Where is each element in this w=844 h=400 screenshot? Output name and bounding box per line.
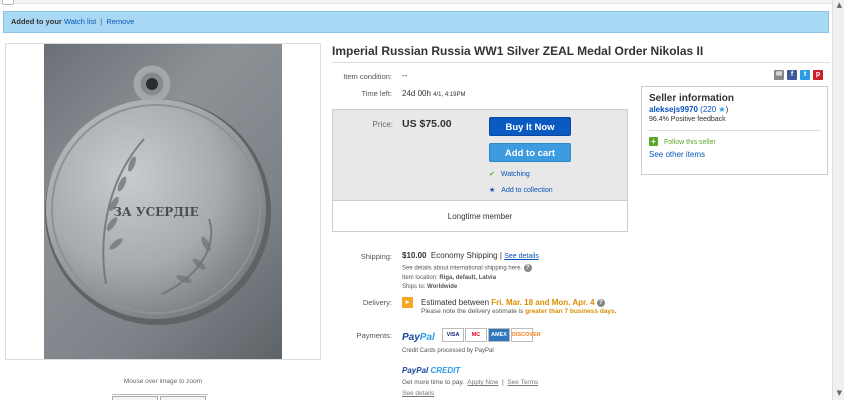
page-scrollbar[interactable]: ▲ ▼ (832, 0, 844, 400)
delivery-help-icon[interactable]: ? (596, 298, 605, 307)
watch-list-banner: Added to your Watch list | Remove (3, 11, 829, 33)
title-divider (332, 62, 830, 63)
delivery-truck-icon: ▸ (402, 297, 413, 308)
time-left-main: 24d 00h (402, 89, 431, 98)
dropdown-control[interactable] (2, 0, 14, 5)
item-location: Item location: Riga, default, Latvia (402, 275, 496, 281)
ships-to-label: Ships to: (402, 284, 426, 290)
see-other-items-link[interactable]: See other items (649, 150, 820, 159)
medal-inscription: ЗА УСЕРДІЕ (113, 205, 199, 219)
time-left-value: 24d 00h 4/1, 4:19PM (402, 89, 466, 98)
payments-see-details-link[interactable]: See details (402, 390, 434, 397)
banner-separator: | (100, 17, 103, 26)
delivery-estimated-text: Estimated between (421, 298, 490, 307)
paypal-logo: PayPal (402, 332, 435, 343)
watching-link[interactable]: ✔ Watching (489, 170, 530, 178)
thumbnail[interactable] (160, 396, 206, 400)
paypal-credit-pay: PayPal (402, 366, 429, 375)
condition-label: Item condition: (343, 72, 392, 81)
credit-card-note: Credit Cards processed by PayPal (402, 348, 494, 354)
shipping-separator: | (499, 251, 502, 260)
medal-image: ЗА УСЕРДІЕ (45, 65, 271, 325)
feedback-count-open[interactable]: (220 (700, 105, 716, 114)
add-to-collection-link[interactable]: ★ Add to collection (489, 186, 553, 194)
delivery-note-text: Please note the delivery estimate is (421, 308, 524, 315)
item-image-box[interactable]: ЗА УСЕРДІЕ (5, 43, 321, 360)
remove-link[interactable]: Remove (106, 17, 134, 26)
seller-info-header: Seller information (649, 93, 735, 104)
banner-prefix: Added to your (11, 17, 62, 26)
watching-label[interactable]: Watching (501, 171, 530, 178)
delivery-label: Delivery: (362, 298, 392, 307)
visa-card-icon: VISA (442, 328, 464, 342)
ships-to: Ships to: Worldwide (402, 284, 457, 290)
item-title: Imperial Russian Russia WW1 Silver ZEAL … (332, 44, 704, 58)
item-location-value: Riga, default, Latvia (439, 275, 497, 281)
amex-card-icon: AMEX (488, 328, 510, 342)
star-icon: ★ (489, 186, 496, 194)
feedback-count-close: ) (725, 105, 729, 114)
thumbnail[interactable] (112, 396, 158, 400)
longtime-member-badge: Longtime member (333, 200, 627, 231)
seller-username-link[interactable]: aleksejs9970 (649, 105, 698, 114)
shipping-see-details-link[interactable]: See details (504, 253, 539, 260)
facebook-icon[interactable]: f (787, 70, 797, 80)
seller-divider (649, 130, 820, 131)
plus-icon: + (649, 137, 658, 146)
paypal-logo-pal: Pal (419, 332, 435, 343)
pinterest-icon[interactable]: p (813, 70, 823, 80)
positive-feedback: 96.4% Positive feedback (649, 116, 726, 123)
apply-now-link[interactable]: Apply Now (467, 379, 498, 386)
thumbnail-strip[interactable] (112, 394, 208, 400)
seller-name-line: aleksejs9970 (220 ★) (649, 105, 820, 114)
buy-it-now-button[interactable]: Buy It Now (489, 117, 571, 136)
credit-offer-line: Get more time to pay. Apply Now | See Te… (402, 379, 538, 386)
feedback-star-icon: ★ (718, 105, 726, 114)
purchase-panel: Price: US $75.00 Buy It Now Add to cart … (332, 109, 628, 232)
check-icon: ✔ (489, 170, 495, 178)
add-to-cart-button[interactable]: Add to cart (489, 143, 571, 162)
time-left-label: Time left: (361, 89, 392, 98)
delivery-note: Please note the delivery estimate is gre… (421, 308, 621, 316)
add-collection-label[interactable]: Add to collection (501, 187, 552, 194)
see-terms-link[interactable]: See Terms (507, 379, 538, 386)
item-location-label: Item location: (402, 275, 438, 281)
credit-separator: | (501, 379, 504, 386)
shipping-cost: $10.00 (402, 251, 427, 260)
payments-label: Payments: (356, 331, 392, 340)
card-logos: VISA MC AMEX DISCOVER (442, 328, 541, 342)
more-time-text: Get more time to pay. (402, 379, 465, 386)
seller-info-box: Seller information aleksejs9970 (220 ★) … (641, 86, 828, 175)
delivery-estimate: Estimated between Fri. Mar. 18 and Mon. … (421, 298, 605, 307)
intl-shipping-note: See details about international shipping… (402, 264, 532, 272)
browser-top-strip (0, 0, 844, 5)
ships-to-value: Worldwide (427, 284, 458, 290)
time-left-detail: 4/1, 4:19PM (433, 92, 466, 98)
shipping-method: Economy Shipping (430, 251, 498, 260)
paypal-logo-pay: Pay (402, 332, 420, 343)
delivery-note-warning: greater than 7 business days. (525, 308, 617, 315)
intl-shipping-text: See details about international shipping… (402, 265, 523, 272)
scroll-down-arrow-icon[interactable]: ▼ (837, 389, 842, 397)
help-icon[interactable]: ? (523, 264, 532, 272)
shipping-label: Shipping: (360, 252, 392, 261)
zoom-hint: Mouse over image to zoom (123, 378, 203, 385)
shipping-value: $10.00 Economy Shipping | See details (402, 251, 539, 260)
delivery-dates: Fri. Mar. 18 and Mon. Apr. 4 (491, 298, 595, 307)
paypal-credit-word: CREDIT (430, 366, 461, 375)
discover-card-icon: DISCOVER (511, 328, 541, 342)
scroll-up-arrow-icon[interactable]: ▲ (837, 1, 842, 9)
email-icon[interactable]: ✉ (774, 70, 784, 80)
price-value: US $75.00 (402, 118, 452, 130)
item-photo[interactable]: ЗА УСЕРДІЕ (44, 44, 282, 359)
paypal-credit-logo: PayPal CREDIT (402, 366, 460, 375)
follow-seller-label[interactable]: Follow this seller (664, 139, 716, 146)
condition-value: -- (402, 71, 408, 80)
price-label: Price: (372, 120, 393, 129)
watch-list-link[interactable]: Watch list (64, 17, 96, 26)
twitter-icon[interactable]: t (800, 70, 810, 80)
follow-seller-link[interactable]: + Follow this seller (649, 137, 820, 146)
mastercard-icon: MC (465, 328, 487, 342)
